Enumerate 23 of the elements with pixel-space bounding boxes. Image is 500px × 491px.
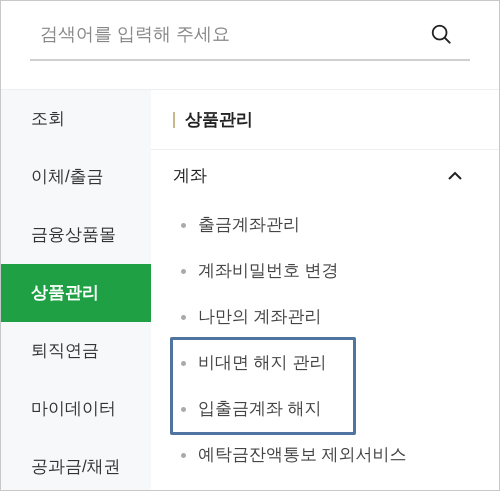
sidebar-item[interactable]: 공과금/채권 bbox=[1, 438, 151, 490]
section-header[interactable]: 계좌 bbox=[173, 150, 469, 202]
title-accent-icon bbox=[173, 112, 175, 128]
submenu-link[interactable]: 입출금계좌 해지 bbox=[173, 386, 353, 432]
sidebar-item[interactable]: 조회 bbox=[1, 90, 151, 148]
submenu-link[interactable]: 나만의 계좌관리 bbox=[173, 294, 469, 340]
sidebar-item[interactable]: 마이데이터 bbox=[1, 380, 151, 438]
submenu-link[interactable]: 비대면 해지 관리 bbox=[173, 340, 353, 386]
submenu-link[interactable]: 예탁금잔액통보 제외서비스 bbox=[173, 432, 469, 478]
search-field[interactable]: 검색어를 입력해 주세요 bbox=[30, 20, 430, 48]
bullet-icon bbox=[181, 268, 186, 274]
submenu-link[interactable]: 계좌비밀번호 변경 bbox=[173, 248, 469, 294]
submenu-link[interactable]: 출금계좌관리 bbox=[173, 202, 469, 248]
bullet-icon bbox=[181, 406, 186, 412]
bullet-icon bbox=[181, 452, 186, 458]
search-icon[interactable] bbox=[430, 23, 452, 45]
bullet-icon bbox=[181, 222, 186, 228]
bullet-icon bbox=[181, 360, 186, 366]
panel-title: 상품관리 bbox=[185, 108, 253, 131]
sidebar-item[interactable]: 금융상품몰 bbox=[1, 206, 151, 264]
sidebar-item[interactable]: 이체/출금 bbox=[1, 148, 151, 206]
sidebar-item[interactable]: 퇴직연금 bbox=[1, 322, 151, 380]
bullet-icon bbox=[181, 314, 186, 320]
